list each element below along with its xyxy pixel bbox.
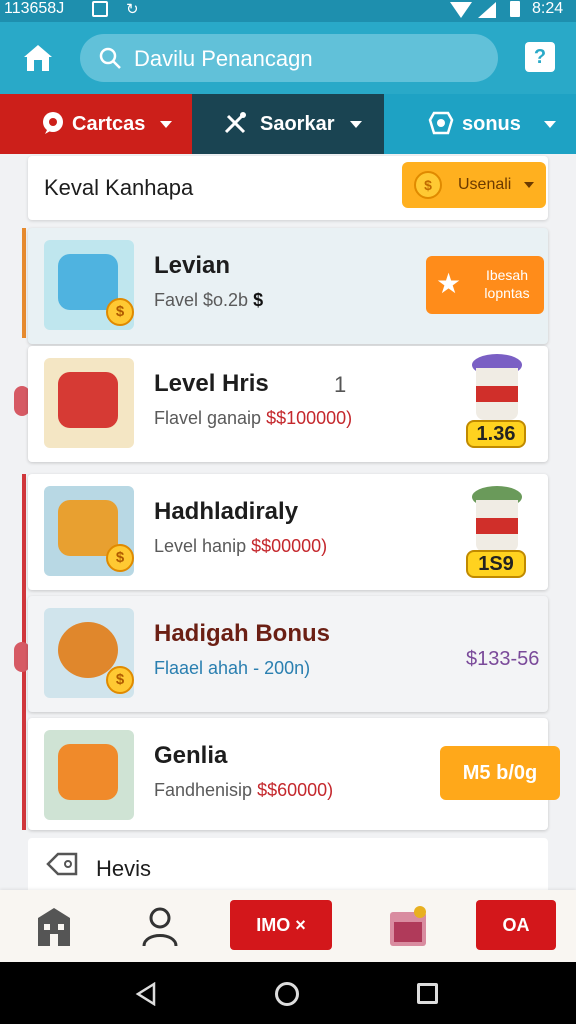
nav-ok-button[interactable]: OA bbox=[476, 900, 556, 950]
chat-icon bbox=[43, 112, 63, 134]
search-icon bbox=[99, 47, 121, 69]
bottom-nav: IMO × OA bbox=[0, 890, 576, 962]
item-title: Genlia bbox=[154, 742, 228, 769]
battery-icon bbox=[510, 1, 520, 17]
tab-saorkar[interactable]: Saorkar bbox=[192, 94, 384, 154]
item-action-button[interactable]: ★ Ibesah lopntas bbox=[426, 256, 544, 314]
item-action-button[interactable]: M5 b/0g bbox=[440, 746, 560, 800]
coin-icon: $ bbox=[106, 298, 134, 326]
list-item[interactable]: Level Hris 1 Flavel ganaip $$100000) 1.3… bbox=[28, 346, 548, 462]
item-count: 1 bbox=[334, 372, 347, 397]
bag-icon bbox=[58, 744, 118, 800]
chevron-down-icon bbox=[350, 121, 362, 128]
tab-sonus-label: sonus bbox=[462, 113, 521, 135]
item-price-badge[interactable]: 1S9 bbox=[466, 550, 526, 578]
side-accent bbox=[22, 228, 26, 338]
system-nav-bar bbox=[0, 962, 576, 1024]
app-bar: Davilu Penancagn ? bbox=[0, 22, 576, 94]
settings-icon bbox=[428, 111, 454, 135]
item-title: Levian bbox=[154, 252, 231, 279]
deal-label: Usenali bbox=[458, 176, 512, 193]
notification-icon bbox=[92, 1, 108, 17]
item-thumbnail bbox=[44, 358, 134, 448]
item-subtitle: Favel $o.2b $ bbox=[154, 290, 264, 310]
home-icon bbox=[24, 45, 52, 71]
item-price-badge[interactable]: 1.36 bbox=[466, 420, 526, 448]
search-text: Davilu Penancagn bbox=[134, 46, 313, 71]
home-circle-icon[interactable] bbox=[275, 982, 299, 1006]
item-thumbnail bbox=[44, 730, 134, 820]
status-bar: 113658J ↻ 8:24 bbox=[0, 0, 576, 22]
calendar-icon[interactable] bbox=[388, 904, 428, 948]
help-button[interactable]: ? bbox=[525, 42, 555, 72]
coin-icon: $ bbox=[106, 666, 134, 694]
tab-sonus[interactable]: sonus bbox=[384, 94, 576, 154]
item-action-label: Ibesah lopntas bbox=[484, 267, 530, 301]
status-left-text: 113658J bbox=[4, 0, 65, 17]
store-icon[interactable] bbox=[34, 904, 74, 948]
item-subtitle: Flavel ganaip $$100000) bbox=[154, 408, 353, 428]
star-icon: ★ bbox=[436, 268, 462, 299]
list-item[interactable]: $ Hadigah Bonus Flaael ahah - 200n) $133… bbox=[28, 596, 548, 712]
item-thumbnail: $ bbox=[44, 240, 134, 330]
item-thumbnail: $ bbox=[44, 486, 134, 576]
recents-icon[interactable] bbox=[417, 983, 438, 1004]
signal-icon bbox=[478, 2, 496, 18]
news-section[interactable]: Hevis bbox=[28, 838, 548, 890]
item-thumbnail: $ bbox=[44, 608, 134, 698]
item-subtitle: Fandhenisip $$60000) bbox=[154, 780, 334, 800]
tab-saorkar-label: Saorkar bbox=[260, 113, 335, 135]
search-input[interactable]: Davilu Penancagn bbox=[80, 34, 498, 82]
item-title: Hadhladiraly bbox=[154, 498, 299, 525]
tab-row: Cartcas Saorkar sonus bbox=[0, 94, 576, 154]
section-header: Keval Kanhapa $ Usenali bbox=[28, 156, 548, 220]
status-time: 8:24 bbox=[532, 0, 564, 17]
laptop-icon bbox=[58, 372, 118, 428]
coin-icon: $ bbox=[414, 171, 442, 199]
sync-icon: ↻ bbox=[126, 1, 139, 18]
item-subtitle: Level hanip $$00000) bbox=[154, 536, 328, 556]
item-title: Hadigah Bonus bbox=[154, 620, 331, 647]
chevron-down-icon bbox=[544, 121, 556, 128]
list-item[interactable]: Genlia Fandhenisip $$60000) M5 b/0g bbox=[28, 718, 560, 830]
home-button[interactable] bbox=[20, 40, 56, 76]
wifi-icon bbox=[450, 2, 472, 18]
chevron-down-icon bbox=[160, 121, 172, 128]
back-icon[interactable] bbox=[134, 982, 158, 1006]
nav-action-button[interactable]: IMO × bbox=[230, 900, 332, 950]
tab-cartcas[interactable]: Cartcas bbox=[0, 94, 192, 154]
news-title: Hevis bbox=[96, 856, 152, 881]
list-item[interactable]: $ Levian Favel $o.2b $ ★ Ibesah lopntas bbox=[28, 228, 548, 344]
tools-icon bbox=[224, 112, 246, 134]
item-title: Level Hris bbox=[154, 370, 269, 397]
tab-cartcas-label: Cartcas bbox=[72, 113, 146, 135]
item-subtitle: Flaael ahah - 200n) bbox=[154, 658, 311, 678]
chevron-down-icon bbox=[524, 182, 534, 188]
user-icon[interactable] bbox=[140, 904, 180, 948]
deal-dropdown-button[interactable]: $ Usenali bbox=[402, 162, 546, 208]
tag-icon bbox=[46, 852, 78, 876]
list-item[interactable]: $ Hadhladiraly Level hanip $$00000) 1S9 bbox=[28, 474, 548, 590]
coin-icon: $ bbox=[106, 544, 134, 572]
section-title: Keval Kanhapa bbox=[44, 175, 194, 200]
item-range: $133-56 bbox=[466, 648, 540, 670]
